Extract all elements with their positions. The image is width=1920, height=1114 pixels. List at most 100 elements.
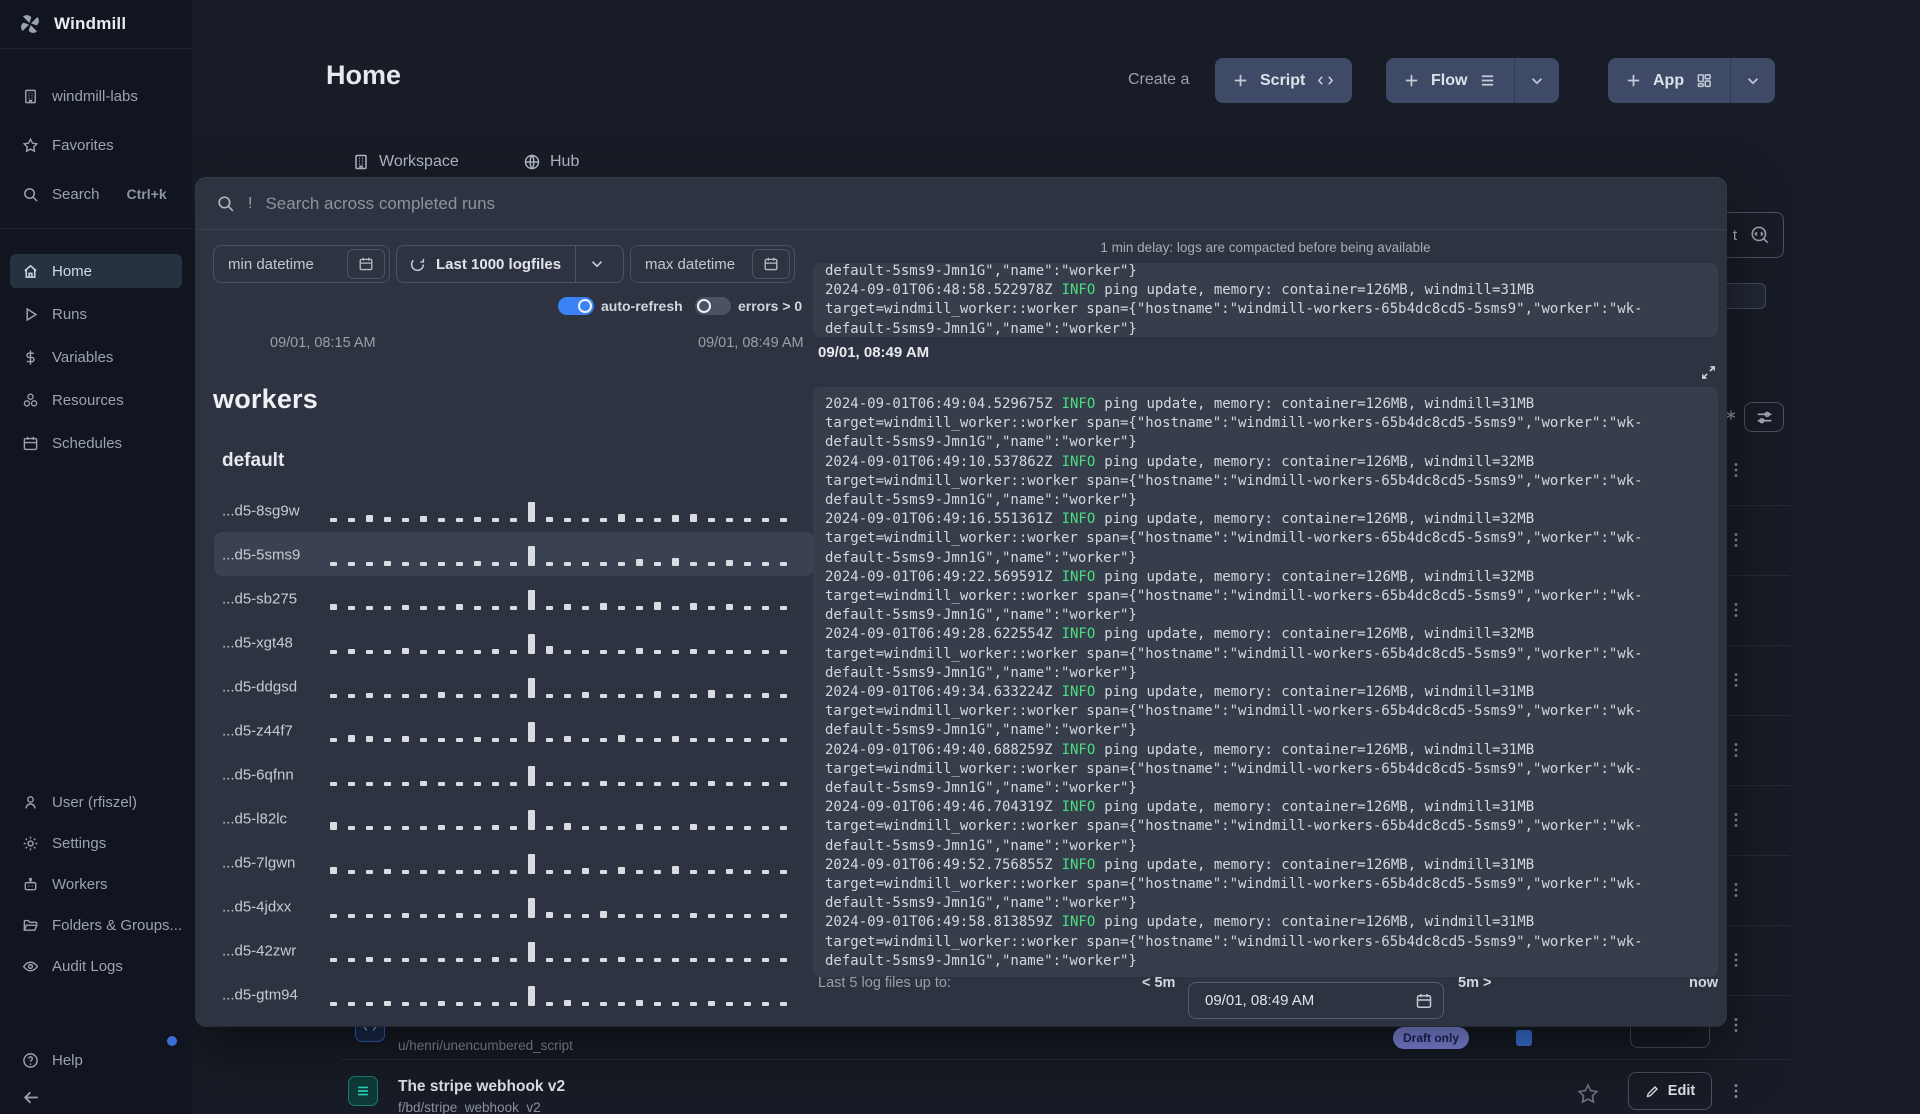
- range-start-time: 09/01, 08:15 AM: [270, 335, 376, 351]
- log-entries: 2024-09-01T06:49:04.529675Z INFO ping upda…: [825, 395, 1706, 971]
- sidebar-item-variables[interactable]: Variables: [0, 340, 192, 374]
- background-search-text: t: [1732, 226, 1737, 244]
- flow-icon-tile: [348, 1076, 378, 1106]
- sidebar-item-workers[interactable]: Workers: [0, 867, 192, 901]
- log-entry: 2024-09-01T06:49:04.529675Z INFO ping upda…: [825, 395, 1706, 453]
- collapse-sidebar-button[interactable]: [0, 1080, 192, 1114]
- kebab-menu-icon[interactable]: [1727, 531, 1745, 549]
- log-line: 2024-09-01T06:48:58.522978Z INFO ping upda…: [825, 282, 1535, 299]
- kebab-menu-icon[interactable]: [1727, 601, 1745, 619]
- kebab-menu-icon[interactable]: [1727, 951, 1745, 969]
- sidebar-item-search[interactable]: Search Ctrl+k: [0, 177, 192, 211]
- log-timestamp: 2024-09-01T06:49:28.622554Z: [825, 626, 1053, 643]
- log-line: default-5sms9-Jmn1G","name":"worker"}: [825, 607, 1137, 624]
- log-delay-notice: 1 min delay: logs are compacted before b…: [1100, 240, 1431, 255]
- errors-only-label: errors > 0: [738, 298, 803, 314]
- log-line: default-5sms9-Jmn1G","name":"worker"}: [825, 722, 1137, 739]
- create-app-button-group: App: [1608, 58, 1776, 103]
- worker-row[interactable]: ...d5-z44f7: [214, 708, 814, 752]
- kebab-menu-icon[interactable]: [1727, 1016, 1745, 1034]
- sidebar-item-home[interactable]: Home: [10, 254, 182, 288]
- sidebar-item-help[interactable]: Help: [0, 1043, 192, 1077]
- now-button[interactable]: now: [1672, 975, 1718, 991]
- app-logo[interactable]: Windmill: [0, 0, 192, 49]
- sidebar-item-audit-logs[interactable]: Audit Logs: [0, 949, 192, 983]
- worker-name: ...d5-4jdxx: [222, 898, 292, 915]
- log-line: default-5sms9-Jmn1G","name":"worker"}: [825, 549, 1137, 566]
- chevron-down-icon: [1745, 73, 1761, 89]
- row-b-title[interactable]: The stripe webhook v2: [398, 1078, 565, 1096]
- worker-row[interactable]: ...d5-l82lc: [214, 796, 814, 840]
- forward-5m-button[interactable]: 5m >: [1458, 975, 1491, 991]
- worker-row[interactable]: ...d5-gtm94: [214, 972, 814, 1016]
- edit-button[interactable]: Edit: [1628, 1072, 1712, 1110]
- sidebar-item-runs[interactable]: Runs: [0, 297, 192, 331]
- log-level: INFO: [1061, 856, 1096, 873]
- calendar-icon[interactable]: [752, 249, 790, 279]
- worker-row[interactable]: ...d5-ddgsd: [214, 664, 814, 708]
- logfiles-count-dropdown[interactable]: Last 1000 logfiles: [396, 245, 624, 283]
- kebab-menu-icon[interactable]: [1727, 811, 1745, 829]
- log-datetime-picker[interactable]: 09/01, 08:49 AM: [1188, 982, 1444, 1019]
- create-flow-button[interactable]: Flow: [1386, 58, 1514, 103]
- calendar-icon[interactable]: [347, 249, 385, 279]
- log-timestamp: 2024-09-01T06:49:04.529675Z: [825, 396, 1053, 412]
- kebab-menu-icon[interactable]: [1727, 881, 1745, 899]
- sidebar-divider: [0, 228, 192, 229]
- min-datetime-field[interactable]: min datetime: [213, 245, 390, 283]
- kebab-menu-icon[interactable]: [1727, 741, 1745, 759]
- create-app-dropdown[interactable]: [1730, 58, 1775, 103]
- log-line: target=windmill_worker::worker span={"ho…: [825, 760, 1643, 777]
- create-flow-dropdown[interactable]: [1514, 58, 1559, 103]
- worker-row[interactable]: ...d5-42zwr: [214, 928, 814, 972]
- worker-row[interactable]: ...d5-4jdxx: [214, 884, 814, 928]
- create-app-button[interactable]: App: [1608, 58, 1730, 103]
- play-icon: [22, 306, 39, 323]
- chevron-down-icon: [576, 256, 618, 272]
- sidebar-item-label: User (rfiszel): [52, 793, 137, 811]
- worker-row[interactable]: ...d5-5sms9: [214, 532, 814, 576]
- auto-refresh-label: auto-refresh: [601, 298, 683, 314]
- log-datetime-value: 09/01, 08:49 AM: [1205, 992, 1315, 1009]
- sidebar-item-label: Resources: [52, 391, 124, 409]
- expand-icon[interactable]: [1700, 364, 1717, 381]
- worker-row[interactable]: ...d5-7lgwn: [214, 840, 814, 884]
- worker-row[interactable]: ...d5-6qfnn: [214, 752, 814, 796]
- log-level: INFO: [1061, 568, 1096, 585]
- sidebar-item-folders-groups[interactable]: Folders & Groups...: [0, 908, 192, 942]
- kebab-menu-icon[interactable]: [1727, 671, 1745, 689]
- create-app-label: App: [1653, 71, 1685, 89]
- sidebar-item-schedules[interactable]: Schedules: [0, 426, 192, 460]
- sidebar-item-favorites[interactable]: Favorites: [0, 128, 192, 162]
- plus-icon: [1403, 72, 1420, 89]
- sidebar-item-resources[interactable]: Resources: [0, 383, 192, 417]
- kebab-menu-icon[interactable]: [1727, 461, 1745, 479]
- errors-only-toggle[interactable]: [695, 297, 731, 315]
- tab-workspace[interactable]: Workspace: [352, 153, 459, 171]
- runs-search-input[interactable]: [265, 193, 1706, 214]
- worker-activity-sparkline: [330, 938, 806, 962]
- kebab-menu-icon[interactable]: [1727, 1082, 1745, 1100]
- folder-icon: [22, 917, 39, 934]
- create-script-button[interactable]: Script: [1215, 58, 1353, 103]
- worker-row[interactable]: ...d5-8sg9w: [214, 488, 814, 532]
- worker-row[interactable]: ...d5-xgt48: [214, 620, 814, 664]
- log-message: ping update, memory: container=126MB, wi…: [1104, 914, 1535, 931]
- sidebar-item-label: Favorites: [52, 136, 114, 154]
- refresh-icon: [409, 256, 426, 273]
- sidebar-item-settings[interactable]: Settings: [0, 826, 192, 860]
- worker-row[interactable]: ...d5-sb275: [214, 576, 814, 620]
- sidebar-item-label: windmill-labs: [52, 87, 138, 105]
- filter-sliders-button[interactable]: [1744, 402, 1784, 432]
- completed-runs-search-modal: ! min datetime Last 1000 logfiles max da…: [196, 178, 1726, 1026]
- sidebar-item-user[interactable]: User (rfiszel): [0, 785, 192, 819]
- back-5m-button[interactable]: < 5m: [1142, 975, 1175, 991]
- auto-refresh-toggle[interactable]: [558, 297, 594, 315]
- worker-name: ...d5-gtm94: [222, 986, 298, 1003]
- sidebar-item-label: Help: [52, 1051, 83, 1069]
- sidebar-item-workspace[interactable]: windmill-labs: [0, 79, 192, 113]
- favorite-star-icon[interactable]: [1576, 1082, 1600, 1106]
- log-footer-label: Last 5 log files up to:: [818, 975, 951, 991]
- tab-hub[interactable]: Hub: [523, 153, 579, 171]
- max-datetime-field[interactable]: max datetime: [630, 245, 795, 283]
